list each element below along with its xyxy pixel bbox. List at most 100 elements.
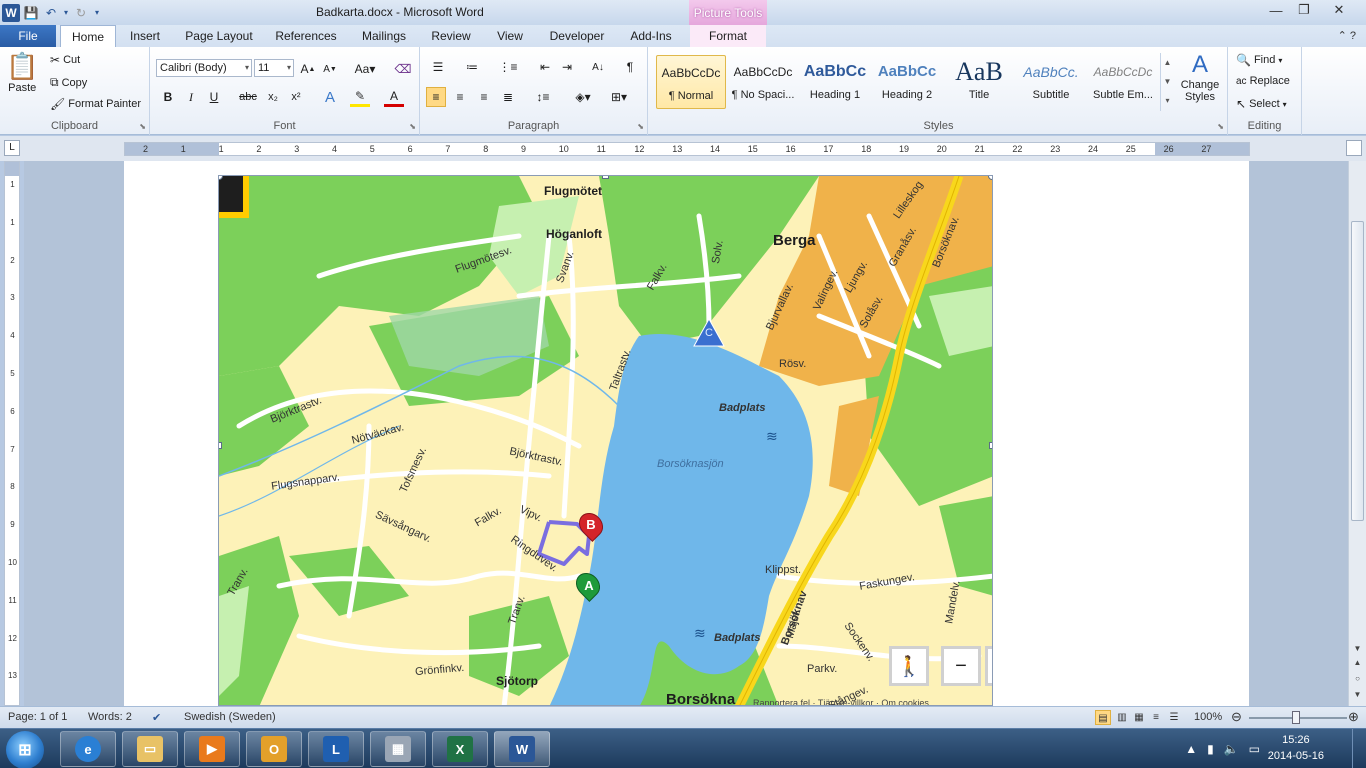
language-label[interactable]: Swedish (Sweden) <box>184 711 276 723</box>
font-launcher-icon[interactable]: ⬊ <box>409 122 416 131</box>
tab-add-ins[interactable]: Add-Ins <box>624 25 678 47</box>
word-count[interactable]: Words: 2 <box>88 711 132 723</box>
battery-icon[interactable]: ▭ <box>1249 742 1260 756</box>
style-title[interactable]: AaB Title <box>944 55 1014 109</box>
proofing-icon[interactable]: ✔ <box>152 711 161 724</box>
multilevel-list-icon[interactable]: ⋮≡ <box>498 57 518 77</box>
network-icon[interactable]: ▮ <box>1207 742 1214 756</box>
zoom-in-icon[interactable]: ⊕ <box>1348 709 1359 725</box>
find-button[interactable]: 🔍 Find ▾ <box>1236 53 1282 67</box>
scrollbar-thumb[interactable] <box>1351 221 1364 521</box>
italic-icon[interactable]: I <box>181 87 201 107</box>
undo-dropdown-icon[interactable]: ▾ <box>62 4 70 22</box>
tab-file[interactable]: File <box>0 25 56 47</box>
replace-button[interactable]: ac Replace <box>1236 75 1290 87</box>
zoom-out-icon[interactable]: ⊖ <box>1231 709 1242 725</box>
taskbar-word[interactable]: W <box>494 731 550 767</box>
show-formatting-icon[interactable]: ¶ <box>620 57 640 77</box>
numbering-icon[interactable]: ≔ <box>462 57 482 77</box>
tab-mailings[interactable]: Mailings <box>355 25 413 47</box>
maximize-button[interactable]: ❐ <box>1290 0 1318 20</box>
select-browse-object-icon[interactable]: ○ <box>1351 673 1364 685</box>
save-icon[interactable]: 💾 <box>22 4 40 22</box>
style-subtle-emphasis[interactable]: AaBbCcDc Subtle Em... <box>1088 55 1158 109</box>
word-app-icon[interactable]: W <box>2 3 20 22</box>
font-color-icon[interactable]: A <box>384 87 404 107</box>
tab-home[interactable]: Home <box>60 25 116 48</box>
start-button[interactable]: ⊞ <box>6 731 44 768</box>
zoom-out-button[interactable]: − <box>941 646 981 686</box>
paste-button[interactable]: 📋 Paste <box>6 51 38 94</box>
redo-icon[interactable]: ↻ <box>72 4 90 22</box>
draft-icon[interactable]: ☰ <box>1166 710 1182 725</box>
justify-icon[interactable]: ≣ <box>498 87 518 107</box>
change-case-icon[interactable]: Aa▾ <box>352 59 378 79</box>
resize-handle[interactable] <box>219 442 222 449</box>
grow-font-icon[interactable]: A ▲ <box>298 59 318 79</box>
customize-qat-icon[interactable]: ▾ <box>92 4 102 22</box>
clipboard-launcher-icon[interactable]: ⬊ <box>139 122 146 131</box>
tab-view[interactable]: View <box>490 25 530 47</box>
tab-insert[interactable]: Insert <box>122 25 168 47</box>
style-no-spacing[interactable]: AaBbCcDc ¶ No Spaci... <box>728 55 798 109</box>
zoom-slider-thumb[interactable] <box>1292 711 1300 724</box>
align-center-icon[interactable]: ≡ <box>450 87 470 107</box>
font-name-combo[interactable]: Calibri (Body) ▾ <box>156 59 252 77</box>
tab-format[interactable]: Format <box>690 25 766 47</box>
borders-icon[interactable]: ⊞▾ <box>606 87 632 107</box>
zoom-in-button[interactable] <box>985 646 992 686</box>
full-screen-reading-icon[interactable]: ▥ <box>1114 710 1130 725</box>
underline-icon[interactable]: U <box>204 87 224 107</box>
style-normal[interactable]: AaBbCcDc ¶ Normal <box>656 55 726 109</box>
map-attribution[interactable]: Rapportera fel · Tjänste-villkor · Om co… <box>753 698 929 705</box>
line-spacing-icon[interactable]: ↕≡ <box>530 87 556 107</box>
clear-formatting-icon[interactable]: ⌫ <box>393 59 413 79</box>
print-layout-icon[interactable]: ▤ <box>1095 710 1111 725</box>
tab-selector-icon[interactable]: L <box>4 140 20 156</box>
taskbar-lync[interactable]: L <box>308 731 364 767</box>
align-right-icon[interactable]: ≡ <box>474 87 494 107</box>
tray-expand-icon[interactable]: ▲ <box>1185 742 1197 756</box>
taskbar-internet-explorer[interactable]: e <box>60 731 116 767</box>
view-ruler-icon[interactable] <box>1346 140 1362 156</box>
horizontal-ruler[interactable]: 2 1 1 2 3 4 5 6 7 8 9 10 11 12 13 14 15 16 17 18 19 20 21 22 23 2… <box>124 142 1250 156</box>
highlight-icon[interactable]: ✎ <box>350 87 370 107</box>
paragraph-launcher-icon[interactable]: ⬊ <box>637 122 644 131</box>
tab-page-layout[interactable]: Page Layout <box>182 25 256 47</box>
bold-icon[interactable]: B <box>158 87 178 107</box>
increase-indent-icon[interactable]: ⇥ <box>557 57 577 77</box>
undo-icon[interactable]: ↶ <box>42 4 60 22</box>
tab-developer[interactable]: Developer <box>545 25 609 47</box>
previous-page-icon[interactable]: ▲ <box>1351 657 1364 669</box>
volume-icon[interactable]: 🔈 <box>1224 742 1239 756</box>
show-desktop-button[interactable] <box>1352 729 1366 768</box>
align-left-icon[interactable]: ≡ <box>426 87 446 107</box>
superscript-icon[interactable]: x² <box>286 87 306 107</box>
vertical-ruler[interactable]: 11234567891011121314 <box>4 161 20 718</box>
tab-references[interactable]: References <box>271 25 341 47</box>
shading-icon[interactable]: ◈▾ <box>570 87 596 107</box>
map-image[interactable]: ≋ ≋ A B C Flugmötet Höganloft Berga Badp… <box>218 175 993 706</box>
page-count[interactable]: Page: 1 of 1 <box>8 711 67 723</box>
vertical-scrollbar[interactable]: ▼ ▲ ○ ▼ <box>1348 161 1366 706</box>
close-button[interactable]: ✕ <box>1318 0 1360 20</box>
select-button[interactable]: ↖ Select ▾ <box>1236 97 1287 111</box>
bullets-icon[interactable]: ☰ <box>428 57 448 77</box>
clock[interactable]: 15:26 2014-05-16 <box>1268 732 1324 764</box>
taskbar-calculator[interactable]: ▦ <box>370 731 426 767</box>
decrease-indent-icon[interactable]: ⇤ <box>535 57 555 77</box>
taskbar-excel[interactable]: X <box>432 731 488 767</box>
street-view-icon[interactable]: 🚶 <box>889 646 929 686</box>
styles-launcher-icon[interactable]: ⬊ <box>1217 122 1224 131</box>
zoom-level[interactable]: 100% <box>1194 711 1222 723</box>
shrink-font-icon[interactable]: A ▼ <box>320 59 340 79</box>
font-size-combo[interactable]: 11 ▾ <box>254 59 294 77</box>
next-page-icon[interactable]: ▼ <box>1351 689 1364 701</box>
copy-button[interactable]: ⧉ Copy <box>50 75 87 90</box>
taskbar-explorer[interactable]: ▭ <box>122 731 178 767</box>
taskbar-outlook[interactable]: O <box>246 731 302 767</box>
outline-icon[interactable]: ≡ <box>1148 710 1164 725</box>
strikethrough-icon[interactable]: abc <box>238 87 258 107</box>
style-heading-1[interactable]: AaBbCc Heading 1 <box>800 55 870 109</box>
minimize-ribbon-icon[interactable]: ⌃ ? <box>1338 29 1356 42</box>
